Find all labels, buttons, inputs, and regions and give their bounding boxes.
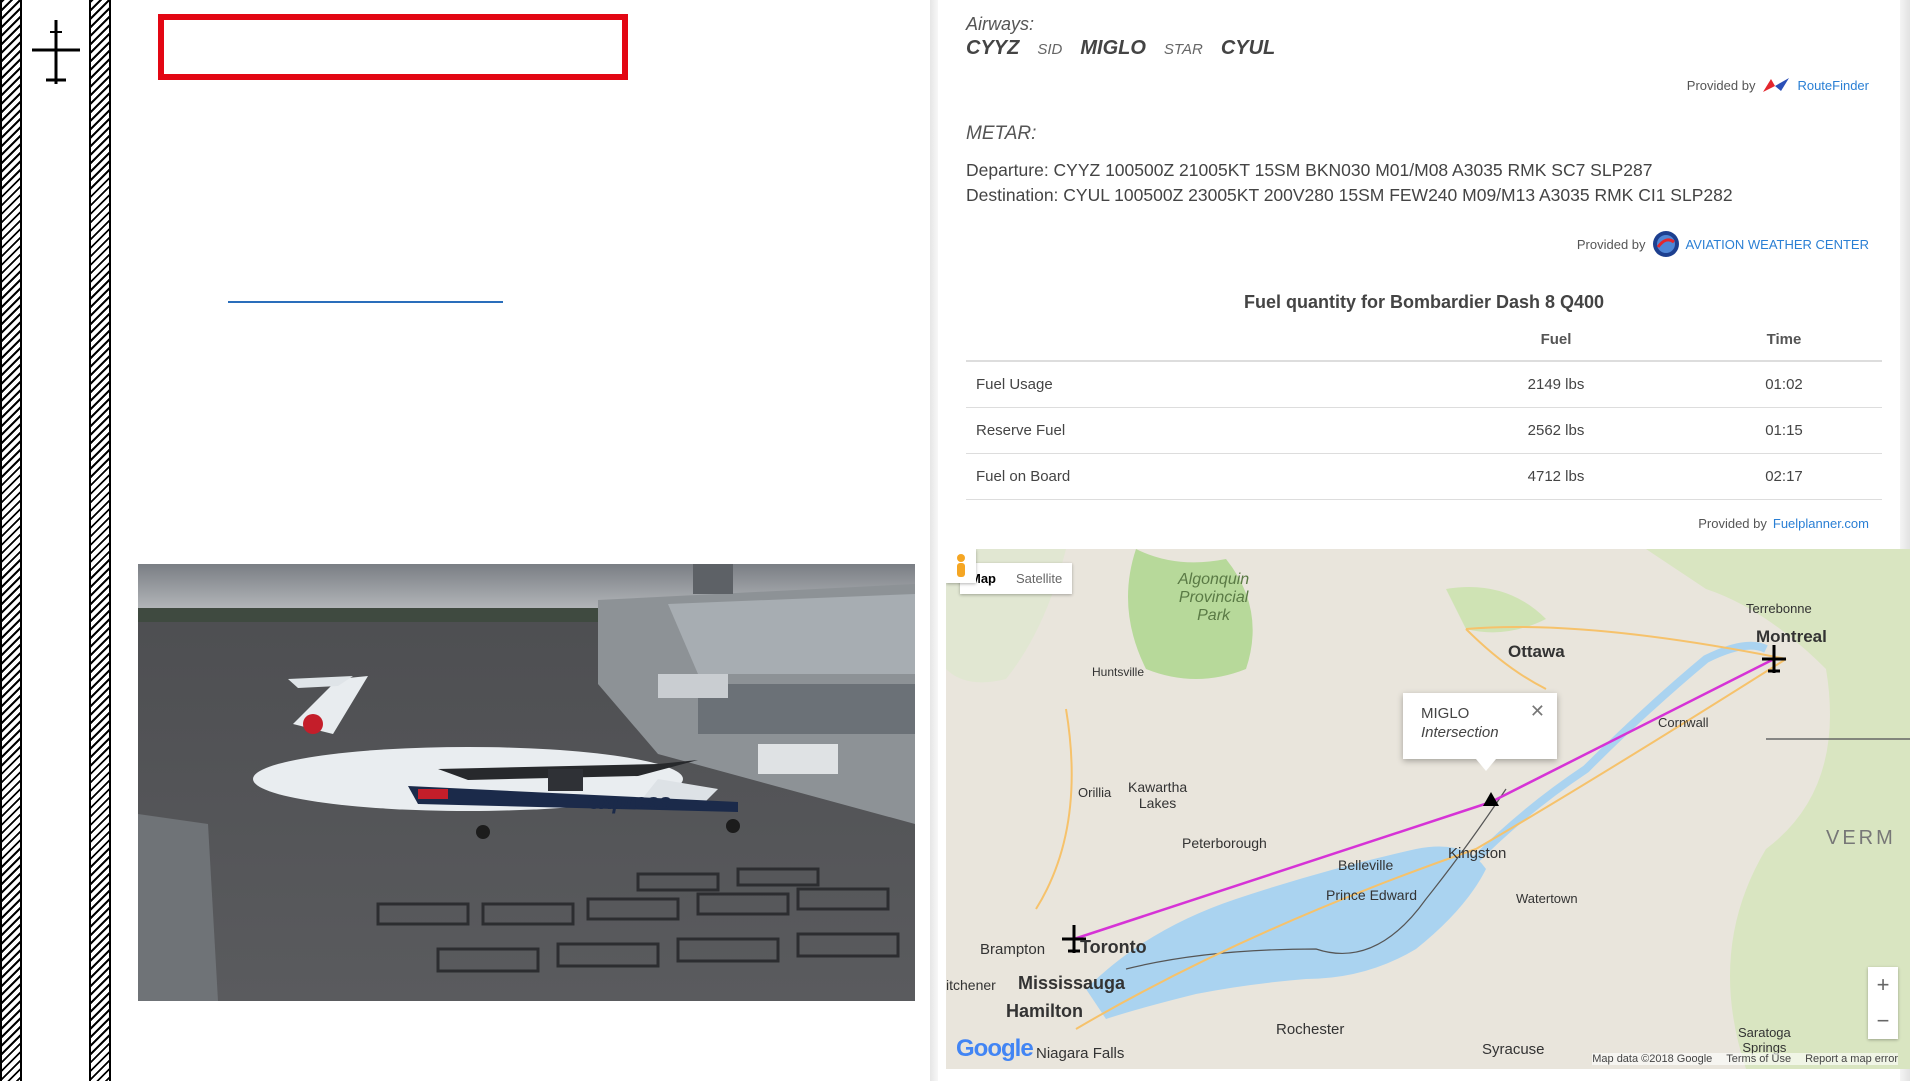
highlight-box bbox=[158, 14, 628, 80]
provided-by-label: Provided by bbox=[1686, 77, 1756, 93]
routefinder-link[interactable]: RouteFinder bbox=[1797, 78, 1869, 93]
table-row: Fuel on Board 4712 lbs 02:17 bbox=[966, 453, 1882, 500]
row-label: Reserve Fuel bbox=[966, 407, 1426, 454]
map-place-label: Brampton bbox=[980, 941, 1046, 958]
zoom-control: + − bbox=[1868, 967, 1898, 1039]
fuel-table: Fuel Time Fuel Usage 2149 lbs 01:02 Rese… bbox=[966, 318, 1882, 500]
map-data-credit: Map data ©2018 Google bbox=[1592, 1053, 1713, 1065]
route-waypoint: CYUL bbox=[1220, 37, 1276, 59]
popup-subtitle: Intersection bbox=[1421, 724, 1499, 741]
route-waypoint: MIGLO bbox=[1080, 37, 1146, 59]
fuel-title: Fuel quantity for Bombardier Dash 8 Q400 bbox=[1243, 292, 1605, 312]
provided-by-routefinder: Provided by RouteFinder bbox=[1687, 77, 1869, 93]
waypoint-info-popup: MIGLO Intersection ✕ bbox=[1403, 693, 1557, 771]
terms-link[interactable]: Terms of Use bbox=[1726, 1053, 1791, 1065]
link-underline[interactable] bbox=[228, 301, 503, 303]
provided-by-label: Provided by bbox=[1576, 236, 1646, 252]
awc-link[interactable]: AVIATION WEATHER CENTER bbox=[1686, 237, 1869, 252]
map-place-label: Niagara Falls bbox=[1036, 1045, 1125, 1062]
map-place-label: Hamilton bbox=[1006, 1001, 1084, 1021]
map-place-label: Montreal bbox=[1756, 627, 1827, 646]
svg-text:express: express bbox=[588, 789, 671, 814]
airplane-logo-icon bbox=[32, 20, 80, 84]
awc-logo-icon bbox=[1652, 231, 1679, 257]
row-label: Fuel on Board bbox=[966, 453, 1426, 500]
left-rail-stripe-inner bbox=[89, 0, 111, 1081]
map-place-label: Huntsville bbox=[1092, 665, 1145, 679]
route-procedure: STAR bbox=[1163, 41, 1203, 58]
map-place-label: VERM bbox=[1826, 827, 1896, 849]
column-header bbox=[966, 318, 1426, 362]
left-rail-stripe bbox=[0, 0, 22, 1081]
route-waypoint: CYYZ bbox=[966, 37, 1020, 59]
airways-route: CYYZ SID MIGLO STAR CYUL bbox=[966, 37, 1275, 60]
map-place-label: Watertown bbox=[1516, 891, 1578, 906]
table-header-row: Fuel Time bbox=[966, 318, 1882, 362]
map-place-label: Syracuse bbox=[1482, 1041, 1545, 1058]
map-place-label: Terrebonne bbox=[1746, 601, 1812, 616]
close-icon[interactable]: ✕ bbox=[1530, 701, 1545, 722]
map-place-label: Prince Edward bbox=[1326, 887, 1418, 903]
column-header-time: Time bbox=[1686, 318, 1882, 362]
tab-satellite[interactable]: Satellite bbox=[1006, 563, 1072, 594]
time-value: 01:15 bbox=[1686, 407, 1882, 454]
map-place-label: Algonquin Provincial Park bbox=[1178, 571, 1250, 624]
map-place-label: Mississauga bbox=[1018, 973, 1126, 993]
time-value: 01:02 bbox=[1686, 361, 1882, 408]
map-place-label: Kawartha Lakes bbox=[1128, 779, 1188, 811]
metar-label: METAR: bbox=[966, 123, 1037, 144]
fuel-value: 4712 lbs bbox=[1426, 453, 1686, 500]
metar-departure: Departure: CYYZ 100500Z 21005KT 15SM BKN… bbox=[966, 160, 1653, 180]
panel-divider bbox=[930, 0, 938, 1081]
google-logo-text: Google bbox=[956, 1035, 1034, 1062]
row-label: Fuel Usage bbox=[966, 361, 1426, 408]
report-error-link[interactable]: Report a map error bbox=[1805, 1053, 1898, 1065]
map-place-label: Kingston bbox=[1448, 845, 1507, 862]
popup-pointer bbox=[1476, 759, 1496, 771]
google-logo: Google bbox=[956, 1035, 1034, 1063]
provided-by-label: Provided by bbox=[1698, 516, 1767, 531]
map-place-label: Belleville bbox=[1338, 857, 1394, 873]
airways-label: Airways: bbox=[966, 14, 1035, 34]
routefinder-logo-icon bbox=[1763, 78, 1790, 92]
provided-by-awc: Provided by AVIATION WEATHER CENTER bbox=[1577, 230, 1869, 258]
aircraft-photo: express bbox=[138, 564, 915, 1001]
metar-destination: Destination: CYUL 100500Z 23005KT 200V28… bbox=[966, 185, 1733, 205]
street-view-pegman-icon[interactable] bbox=[946, 549, 976, 583]
map-place-label: Saratoga Springs bbox=[1738, 1025, 1791, 1055]
fuelplanner-link[interactable]: Fuelplanner.com bbox=[1773, 516, 1869, 531]
provided-by-fuelplanner: Provided by Fuelplanner.com bbox=[1698, 516, 1869, 531]
table-row: Reserve Fuel 2562 lbs 01:15 bbox=[966, 407, 1882, 454]
map-place-label: itchener bbox=[946, 977, 996, 993]
map-place-label: Toronto bbox=[1080, 937, 1147, 957]
time-value: 02:17 bbox=[1686, 453, 1882, 500]
route-procedure: SID bbox=[1037, 41, 1063, 58]
map-place-label: Ottawa bbox=[1508, 642, 1565, 661]
fuel-value: 2149 lbs bbox=[1426, 361, 1686, 408]
map-place-label: Cornwall bbox=[1658, 715, 1709, 730]
map-attribution: Map data ©2018 Google Terms of Use Repor… bbox=[1592, 1053, 1898, 1065]
fuel-value: 2562 lbs bbox=[1426, 407, 1686, 454]
zoom-in-button[interactable]: + bbox=[1868, 967, 1898, 1003]
table-row: Fuel Usage 2149 lbs 01:02 bbox=[966, 361, 1882, 408]
zoom-out-button[interactable]: − bbox=[1868, 1003, 1898, 1039]
popup-title: MIGLO bbox=[1421, 705, 1470, 722]
map-place-label: Peterborough bbox=[1182, 835, 1267, 851]
map-place-label: Rochester bbox=[1276, 1021, 1345, 1038]
route-map[interactable]: Algonquin Provincial Park Ottawa Montrea… bbox=[946, 549, 1910, 1069]
column-header-fuel: Fuel bbox=[1426, 318, 1686, 362]
map-place-label: Orillia bbox=[1078, 785, 1112, 800]
